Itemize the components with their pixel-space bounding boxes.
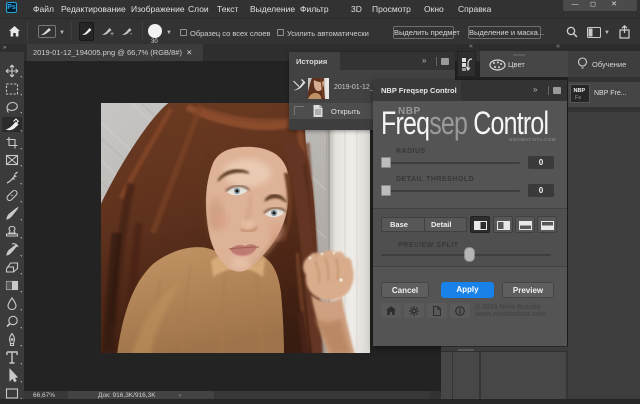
- svg-text:+: +: [110, 31, 114, 37]
- svg-text:-: -: [130, 31, 133, 37]
